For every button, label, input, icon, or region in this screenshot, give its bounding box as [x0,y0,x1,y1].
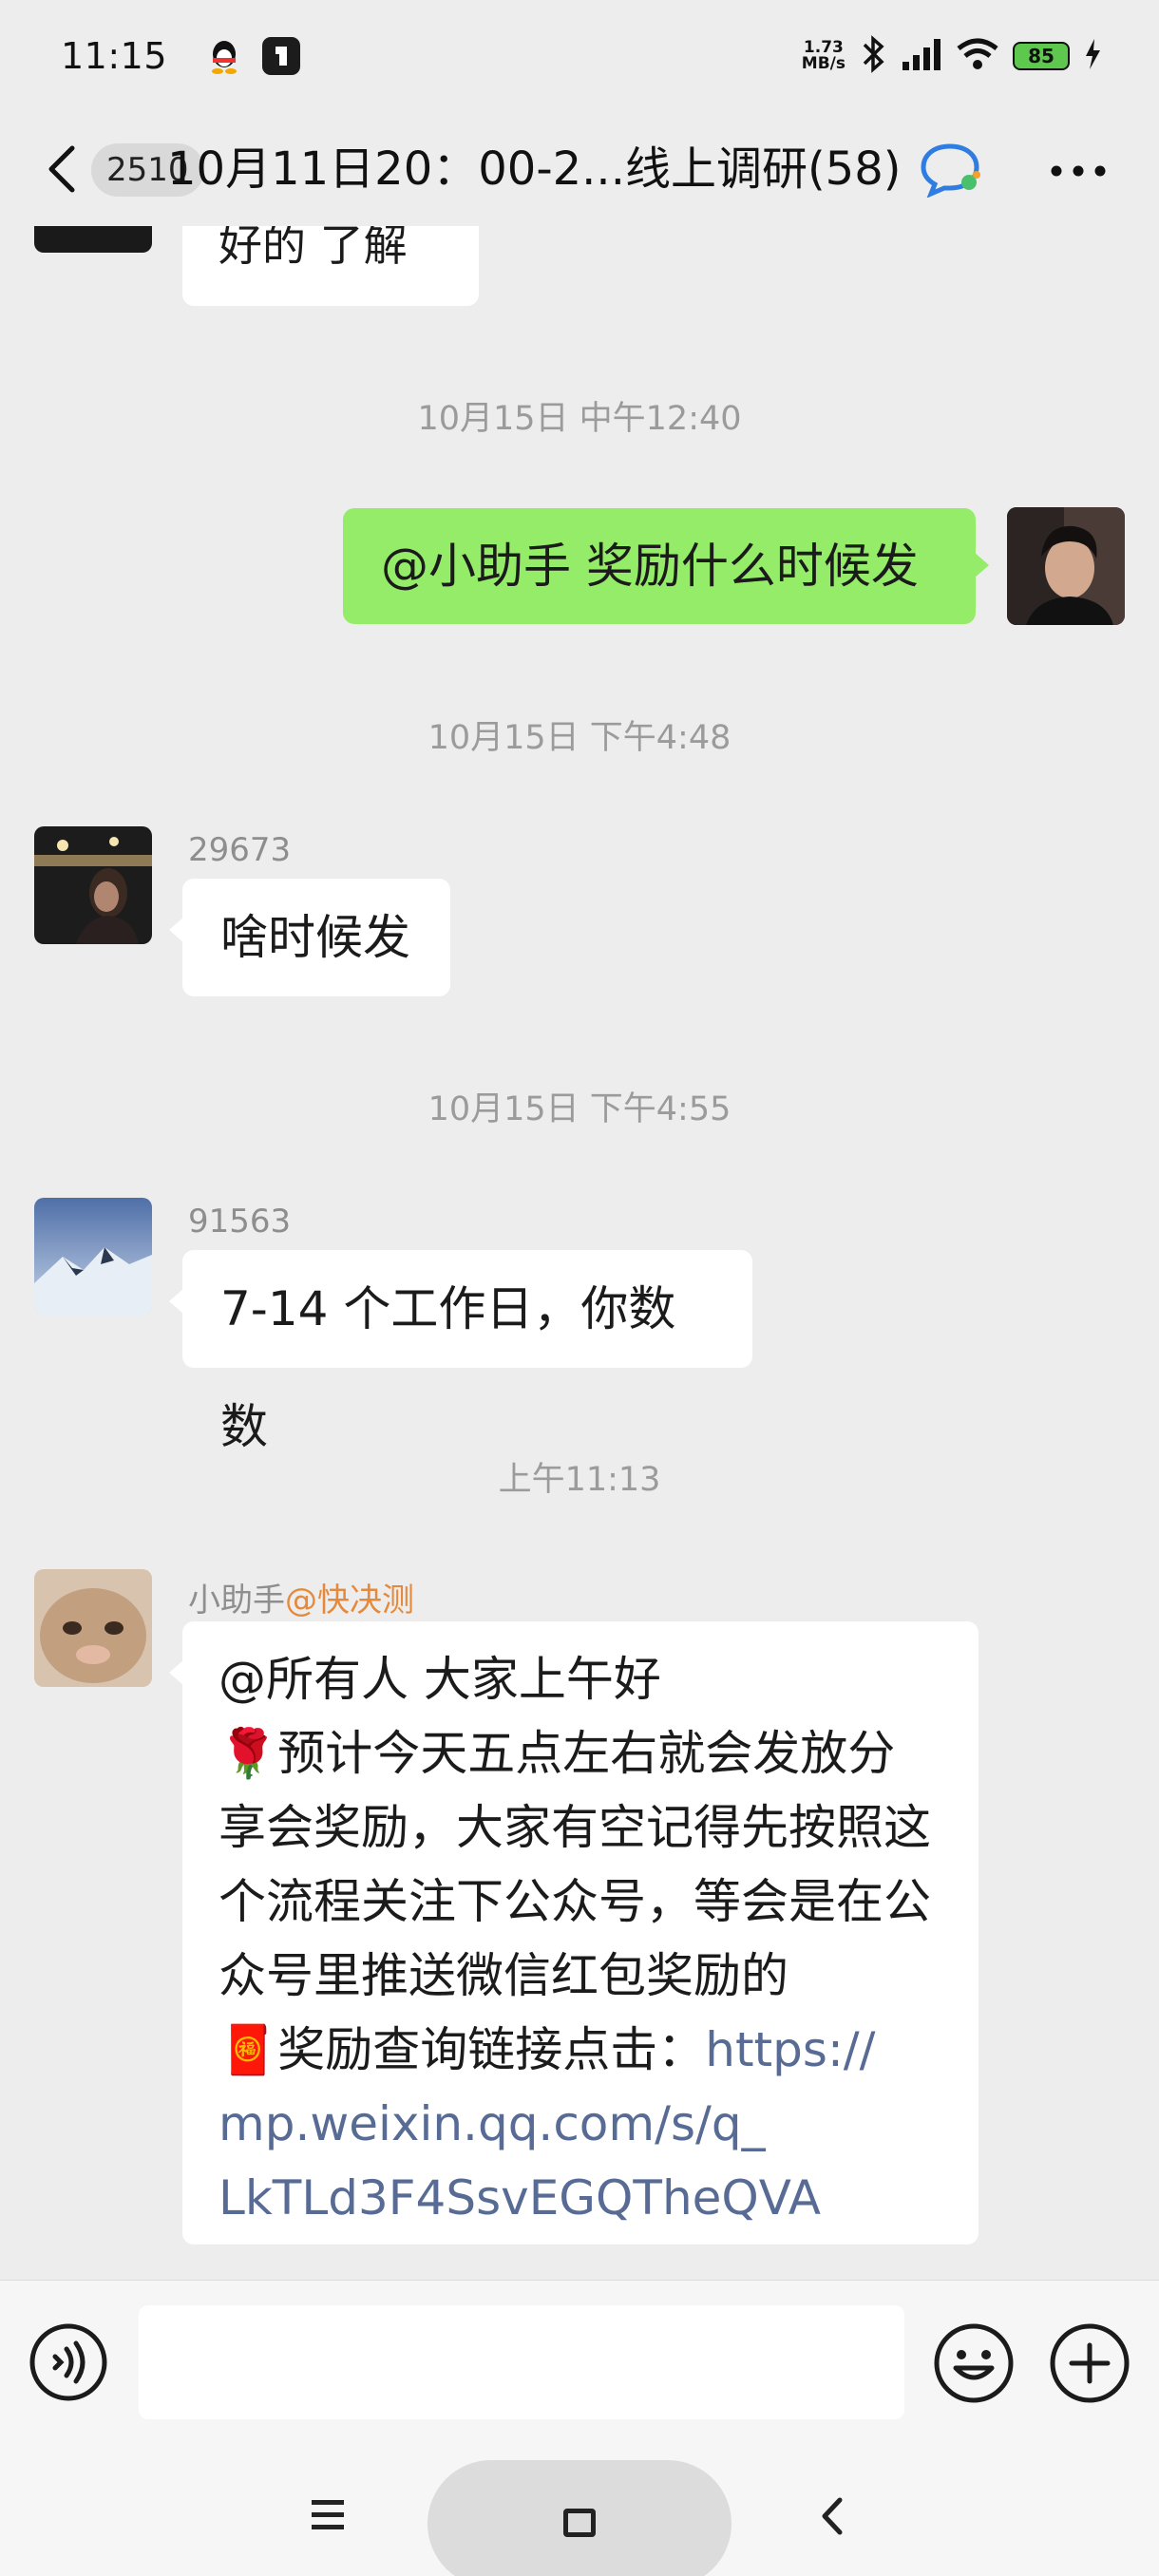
red-envelope-emoji-icon: 🧧 [218,2022,278,2077]
reward-link[interactable]: https:// [705,2022,875,2077]
rose-emoji-icon: 🌹 [218,1726,278,1781]
message-line-text: 预计今天五点左右就会发放分 [277,1726,896,1781]
chat-title[interactable]: 10月11日20：00-2...线上调研(58) [167,139,927,199]
sender-mention[interactable]: @快决测 [285,1582,414,1619]
timestamp: 10月15日 下午4:55 [428,1090,732,1128]
emoji-button-icon[interactable] [933,2322,1015,2404]
chat-header: 2510 10月11日20：00-2...线上调研(58) [0,112,1159,226]
reward-link-cont[interactable]: mp.weixin.qq.com/s/q_ [218,2087,978,2161]
home-square-icon [563,2509,596,2537]
timestamp: 上午11:13 [498,1461,661,1499]
partial-message-bubble[interactable]: 好的 了解 [182,226,479,306]
my-message-bubble[interactable]: @小助手 奖励什么时候发 [343,508,989,624]
sender-avatar[interactable] [34,826,152,944]
back-button[interactable] [40,141,87,198]
message-line: 享会奖励，大家有空记得先按照这 [218,1800,931,1855]
qq-penguin-icon [205,37,243,75]
charging-icon [1083,37,1102,75]
bluetooth-icon [859,35,887,77]
input-bar [0,2280,1159,2449]
status-time: 11:15 [61,35,168,77]
my-avatar[interactable] [1007,507,1125,625]
message-bubble[interactable]: @所有人 大家上午好 🌹预计今天五点左右就会发放分 享会奖励，大家有空记得先按照… [169,1621,978,2245]
message-line: 🌹预计今天五点左右就会发放分 [218,1716,978,1790]
message-line: 众号里推送微信红包奖励的 [218,1948,788,2003]
home-button[interactable] [428,2460,732,2576]
sender-name: 小助手@快决测 [188,1574,414,1620]
network-speed: 1.73 MB/s [802,40,846,72]
app-notification-icon [262,37,301,75]
system-back-icon[interactable] [813,2492,851,2540]
sender-name: 29673 [188,831,292,869]
message-bubble[interactable]: 啥时候发 [169,879,450,996]
message-line: 🧧奖励查询链接点击：https:// [218,2013,978,2087]
sender-name-text: 小助手 [188,1582,285,1619]
wifi-icon [956,37,999,75]
partial-avatar[interactable] [34,226,152,253]
battery-indicator: 85 [1013,42,1070,70]
message-line: 个流程关注下公众号，等会是在公 [218,1874,931,1929]
signal-icon [901,37,942,75]
message-line-text: 奖励查询链接点击： [277,2022,706,2077]
message-bubble[interactable]: 7-14 个工作日，你数数 [169,1250,752,1454]
more-options-icon[interactable] [1045,160,1112,182]
partial-message-text: 好的 了解 [218,226,408,271]
ai-assistant-icon[interactable] [920,141,986,199]
status-bar: 11:15 1.73 MB/s 85 [0,0,1159,112]
more-actions-plus-icon[interactable] [1049,2322,1130,2404]
message-input[interactable] [139,2305,904,2419]
voice-input-button[interactable] [28,2322,108,2402]
reward-link-cont[interactable]: LkTLd3F4SsvEGQTheQVA [218,2161,978,2235]
network-speed-unit: MB/s [801,54,846,73]
recents-menu-icon[interactable] [304,2496,352,2534]
timestamp: 10月15日 中午12:40 [417,400,742,438]
message-line: @所有人 大家上午好 [218,1652,661,1707]
timestamp: 10月15日 下午4:48 [428,719,732,757]
sender-name: 91563 [188,1203,292,1241]
sender-avatar[interactable] [34,1569,152,1687]
sender-avatar[interactable] [34,1198,152,1316]
system-navigation-bar [0,2449,1159,2576]
